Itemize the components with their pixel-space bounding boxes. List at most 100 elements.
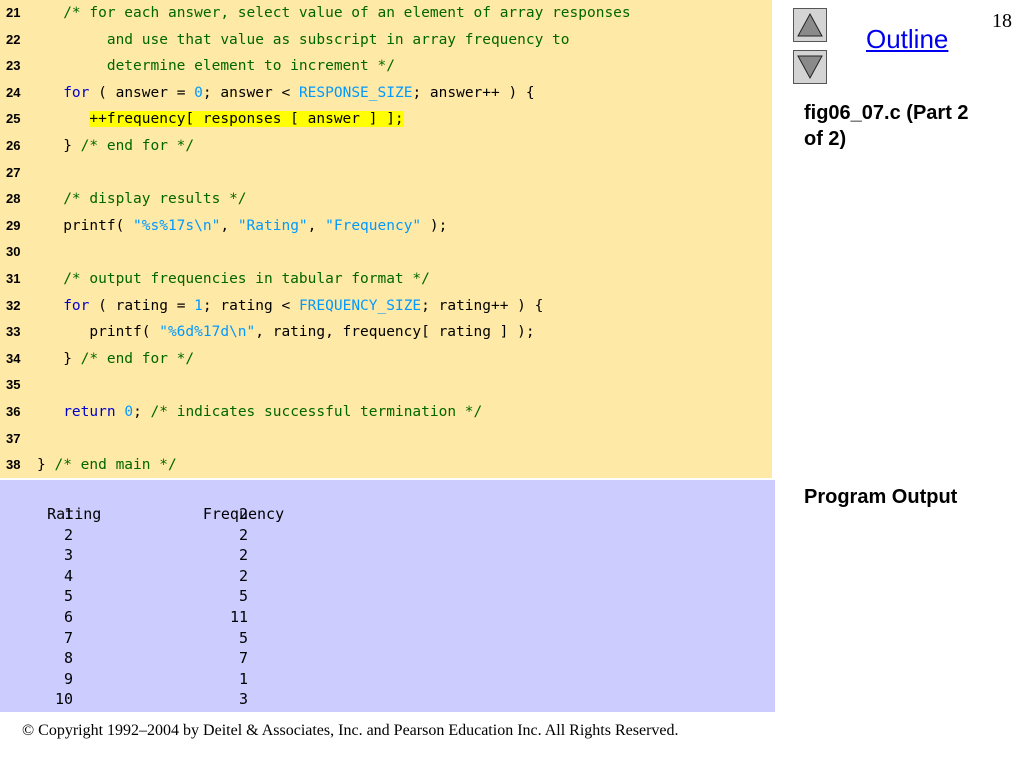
code-segment: "%6d%17d\n" [159,324,256,341]
line-number: 30 [6,244,21,260]
line-number: 32 [6,297,21,313]
code-segment: return [63,404,116,420]
output-row: 6 11 [11,607,248,628]
code-line: 21 /* for each answer, select value of a… [0,0,772,27]
code-segment: } [37,138,81,154]
code-text: /* for each answer, select value of an e… [37,0,630,27]
output-rating: 2 [63,525,73,544]
code-segment: ); [421,217,448,234]
line-number: 36 [6,404,21,419]
code-segment: ; answer < [202,84,299,101]
code-line: 36 return 0; /* indicates successful ter… [0,399,772,426]
line-number: 34 [6,350,21,366]
code-segment: ( rating = [89,297,195,314]
code-segment: "Rating" [237,217,308,234]
code-segment: /* indicates successful termination */ [150,404,483,420]
program-output-panel: Rating Frequency 1 2 2 2 3 2 4 2 5 5 6 11 7 5 8 7 9 1 10 3 [0,480,775,712]
file-label-line-2: of 2) [804,128,847,150]
code-line: 27 [0,160,772,187]
code-segment: ; rating < [202,297,299,314]
code-segment: /* display results */ [63,191,247,208]
line-number: 38 [6,457,21,473]
line-number: 21 [6,5,21,20]
previous-slide-button[interactable] [793,8,827,42]
code-segment: "Frequency" [325,217,422,234]
output-rating: 8 [63,649,73,668]
code-text: for ( rating = 1; rating < FREQUENCY_SIZ… [37,293,543,320]
code-line: 22 and use that value as subscript in ar… [0,27,772,54]
output-frequency: 1 [238,669,248,688]
code-segment: ++frequency[ responses [ answer ] ]; [89,111,404,128]
output-rating: 3 [63,546,73,565]
code-line: 28 /* display results */ [0,186,772,213]
line-number: 27 [6,164,21,180]
code-segment: /* end for */ [80,350,195,367]
output-frequency: 5 [238,628,248,647]
output-frequency: 3 [238,690,248,709]
code-line: 30 [0,239,772,266]
code-text: and use that value as subscript in array… [37,27,570,54]
code-segment: , [220,217,238,234]
line-number: 33 [6,324,21,340]
line-number: 22 [6,31,21,47]
code-text: printf( "%6d%17d\n", rating, frequency[ … [37,319,534,346]
code-segment: } [37,350,81,367]
code-segment: , [307,217,326,234]
code-line: 29 printf( "%s%17s\n", "Rating", "Freque… [0,213,772,240]
code-segment: for [63,297,90,314]
line-number: 25 [6,111,21,127]
output-row: 12 [11,504,248,525]
output-header: Rating Frequency [11,483,284,523]
line-number: 37 [6,430,21,446]
line-number: 28 [6,191,21,207]
output-frequency: 2 [238,546,248,565]
line-number: 23 [6,58,21,74]
code-line: 32 for ( rating = 1; rating < FREQUENCY_… [0,293,772,320]
code-text: determine element to increment */ [37,53,395,80]
triangle-down-icon [797,55,823,80]
output-frequency: 2 [238,505,248,523]
code-line: 25 ++frequency[ responses [ answer ] ]; [0,106,772,133]
code-segment: /* end for */ [80,138,195,154]
code-segment: 0 [124,404,134,420]
code-segment: ; answer++ ) { [412,84,535,101]
code-segment: ( answer = [89,84,195,101]
code-segment: RESPONSE_SIZE [298,84,413,101]
output-frequency: 2 [238,566,248,585]
output-frequency: 11 [229,608,248,626]
code-text: for ( answer = 0; answer < RESPONSE_SIZE… [37,80,535,107]
next-slide-button[interactable] [793,50,827,84]
output-row: 42 [11,566,248,587]
output-frequency: 2 [238,525,248,544]
output-row: 87 [11,648,248,669]
page-number: 18 [992,10,1012,32]
line-number: 31 [6,271,21,286]
code-segment: /* end main */ [54,457,177,474]
code-text: } /* end for */ [37,133,194,160]
code-line: 31 /* output frequencies in tabular form… [0,266,772,293]
code-segment: for [63,84,90,101]
output-rating: 10 [54,690,73,709]
code-line: 37 [0,426,772,453]
code-segment: determine element to increment */ [106,58,395,75]
output-frequency: 5 [238,587,248,606]
line-number: 26 [6,138,21,153]
code-text: /* output frequencies in tabular format … [37,266,430,293]
code-listing: 21 /* for each answer, select value of a… [0,0,772,478]
code-segment: 0 [194,84,203,101]
output-row: 32 [11,545,248,566]
line-number: 29 [6,217,21,233]
output-rating: 4 [63,566,73,585]
program-output-label: Program Output [804,486,958,508]
output-row: 75 [11,628,248,649]
code-segment: "%s%17s\n" [133,217,221,234]
code-text: printf( "%s%17s\n", "Rating", "Frequency… [37,213,447,240]
code-text: return 0; /* indicates successful termin… [37,399,482,426]
line-number: 24 [6,84,21,100]
output-row: 91 [11,669,248,690]
triangle-up-icon [797,12,823,37]
outline-link[interactable]: Outline [866,24,948,55]
